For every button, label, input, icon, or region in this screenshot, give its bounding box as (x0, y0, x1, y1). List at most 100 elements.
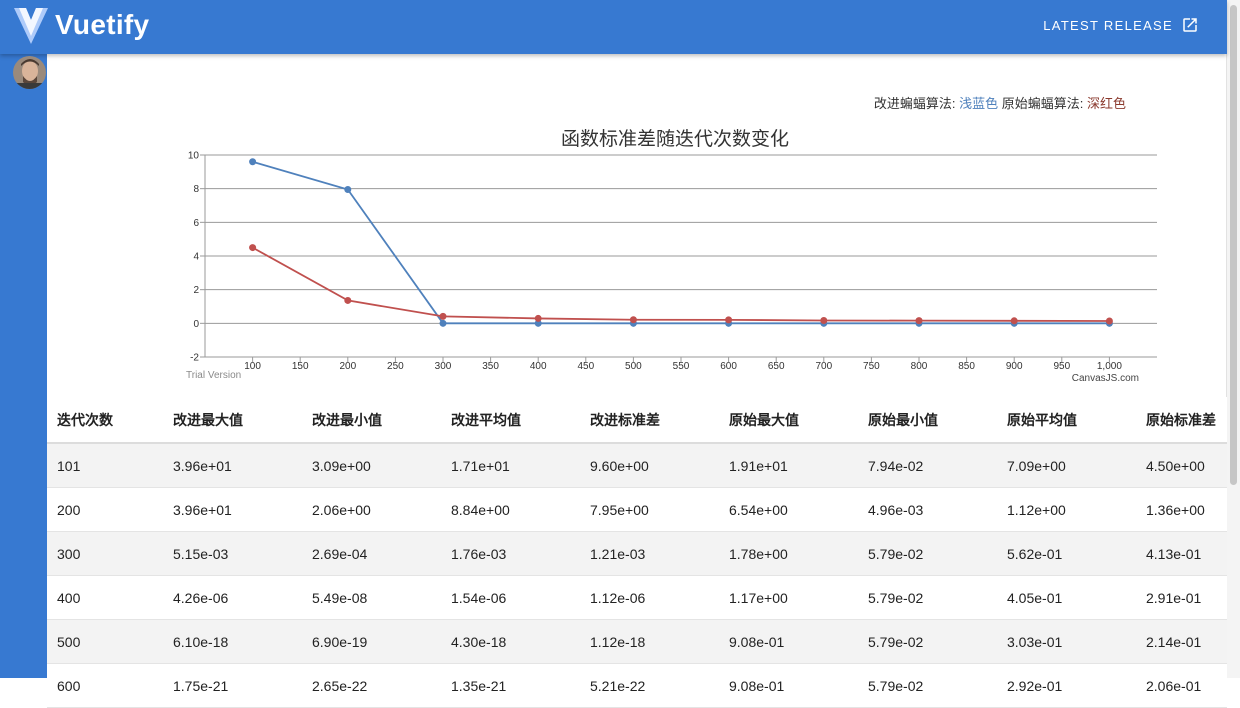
x-tick-label: 900 (1006, 361, 1023, 372)
x-tick-label: 850 (958, 361, 975, 372)
improved-label: 改进蝙蝠算法: (873, 96, 960, 111)
column-header[interactable]: 改进最大值 (163, 397, 302, 444)
table-cell: 1.12e-18 (580, 619, 719, 664)
data-point (1105, 317, 1113, 325)
table-cell: 5.62e-01 (997, 531, 1136, 576)
latest-release-label: LATEST RELEASE (1043, 17, 1173, 33)
x-tick-label: 700 (815, 361, 832, 372)
table-row[interactable]: 200 3.96e+01 2.06e+00 8.84e+00 7.95e+00 6.54e… (47, 487, 1227, 532)
data-point (629, 316, 637, 324)
table-row[interactable]: 101 3.96e+01 3.09e+00 1.71e+01 9.60e+00 1.91e… (47, 443, 1227, 488)
scrollbar-thumb[interactable] (1230, 5, 1237, 485)
table-cell: 1.12e+00 (997, 487, 1136, 532)
original-label: 原始蝙蝠算法: (998, 96, 1087, 111)
x-tick-label: 200 (339, 361, 356, 372)
brand-title[interactable]: Vuetify (55, 9, 149, 41)
table-cell: 2.91e-01 (1136, 575, 1227, 620)
data-point (249, 158, 257, 166)
x-tick-label: 400 (530, 361, 547, 372)
x-tick-label: 1,000 (1097, 361, 1122, 372)
x-tick-label: 300 (435, 361, 452, 372)
table-cell: 9.08e-01 (719, 663, 858, 708)
column-header[interactable]: 改进平均值 (441, 397, 580, 444)
x-tick-label: 500 (625, 361, 642, 372)
data-point (439, 312, 447, 320)
column-header[interactable]: 迭代次数 (47, 397, 163, 444)
avatar-image (13, 56, 46, 89)
table-cell: 9.08e-01 (719, 619, 858, 664)
table-cell: 200 (47, 487, 163, 532)
vuetify-logo-icon[interactable] (13, 6, 49, 46)
data-point (439, 319, 447, 327)
table-cell: 5.79e-02 (858, 531, 997, 576)
column-header[interactable]: 改进标准差 (580, 397, 719, 444)
table-cell: 1.17e+00 (719, 575, 858, 620)
x-tick-label: 950 (1053, 361, 1070, 372)
y-tick-label: 4 (193, 252, 199, 263)
column-header[interactable]: 改进最小值 (302, 397, 441, 444)
y-tick-label: 8 (193, 184, 199, 195)
table-cell: 101 (47, 443, 163, 488)
x-tick-label: 250 (387, 361, 404, 372)
nav-drawer (0, 54, 47, 678)
series-line (252, 246, 1110, 322)
table-cell: 3.09e+00 (302, 443, 441, 488)
open-in-new-icon (1183, 18, 1197, 32)
improved-color-name: 浅蓝色 (959, 96, 999, 111)
table-header-row: 迭代次数 改进最大值 改进最小值 改进平均值 改进标准差 原始最大值 原始最小值 原始平均值原… (47, 397, 1227, 444)
table-cell: 4.13e-01 (1136, 531, 1227, 576)
data-point (915, 317, 923, 325)
y-tick-label: 10 (188, 151, 200, 162)
table-cell: 3.96e+01 (163, 487, 302, 532)
table-cell: 1.78e+00 (719, 531, 858, 576)
table-cell: 300 (47, 531, 163, 576)
table-row[interactable]: 600 1.75e-21 2.65e-22 1.35e-21 5.21e-22 9.08e… (47, 663, 1227, 708)
column-header[interactable]: 原始平均值 (997, 397, 1136, 444)
table-cell: 6.90e-19 (302, 619, 441, 664)
table-row[interactable]: 500 6.10e-18 6.90e-19 4.30e-18 1.12e-18 9.08e… (47, 619, 1227, 664)
table-cell: 8.84e+00 (441, 487, 580, 532)
table-cell: 7.95e+00 (580, 487, 719, 532)
x-tick-label: 100 (244, 361, 261, 372)
x-tick-label: 550 (673, 361, 690, 372)
table-cell: 7.09e+00 (997, 443, 1136, 488)
table-cell: 4.30e-18 (441, 619, 580, 664)
column-header[interactable]: 原始最大值 (719, 397, 858, 444)
table-cell: 1.54e-06 (441, 575, 580, 620)
latest-release-button[interactable]: LATEST RELEASE (1043, 16, 1199, 34)
table-cell: 6.54e+00 (719, 487, 858, 532)
legend-note: 改进蝙蝠算法: 浅蓝色 原始蝙蝠算法: 深红色 (874, 93, 1126, 112)
table-cell: 1.75e-21 (163, 663, 302, 708)
table-cell: 5.49e-08 (302, 575, 441, 620)
table-row[interactable]: 400 4.26e-06 5.49e-08 1.54e-06 1.12e-06 1.17e… (47, 575, 1227, 620)
data-point (725, 316, 733, 324)
results-table-wrapper: 迭代次数 改进最大值 改进最小值 改进平均值 改进标准差 原始最大值 原始最小值 原始平均值原… (47, 397, 1227, 708)
avatar[interactable] (13, 56, 46, 89)
column-header[interactable]: 原始标准差 (1136, 397, 1227, 444)
table-cell: 2.06e+00 (302, 487, 441, 532)
data-point (344, 296, 352, 304)
table-cell: 1.71e+01 (441, 443, 580, 488)
canvasjs-credit-link[interactable]: CanvasJS.com (1072, 373, 1139, 384)
results-table: 迭代次数 改进最大值 改进最小值 改进平均值 改进标准差 原始最大值 原始最小值 原始平均值原… (47, 397, 1227, 708)
table-cell: 600 (47, 663, 163, 708)
data-point (1010, 317, 1018, 325)
data-point (249, 244, 257, 252)
data-point (534, 314, 542, 322)
table-cell: 4.96e-03 (858, 487, 997, 532)
data-point (344, 186, 352, 194)
line-chart: -2 0 2 4 6 8 10 100 150 200 250 300 350 400 450 500 550 6… (186, 151, 1157, 384)
page-scrollbar[interactable] (1226, 0, 1240, 678)
y-tick-label: -2 (190, 353, 199, 364)
table-cell: 1.12e-06 (580, 575, 719, 620)
table-cell: 5.79e-02 (858, 575, 997, 620)
table-row[interactable]: 300 5.15e-03 2.69e-04 1.76e-03 1.21e-03 1.78e… (47, 531, 1227, 576)
series-line (252, 160, 1110, 325)
app-bar: Vuetify LATEST RELEASE (0, 0, 1227, 54)
table-cell: 2.92e-01 (997, 663, 1136, 708)
y-tick-label: 0 (193, 319, 199, 330)
column-header[interactable]: 原始最小值 (858, 397, 997, 444)
table-cell: 6.10e-18 (163, 619, 302, 664)
table-cell: 1.35e-21 (441, 663, 580, 708)
y-tick-label: 2 (193, 285, 199, 296)
